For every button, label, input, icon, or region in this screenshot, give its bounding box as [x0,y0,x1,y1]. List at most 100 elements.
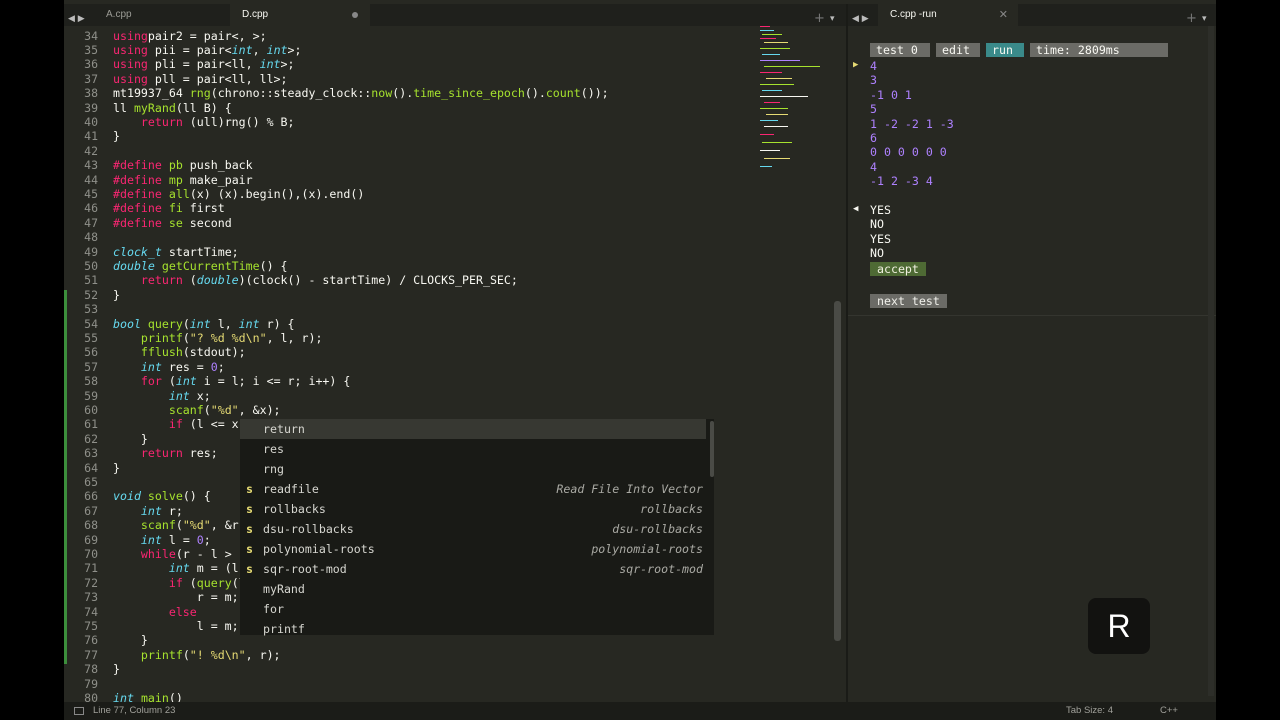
autocomplete-item[interactable]: s readfile Read File Into Vector [240,479,706,499]
line-number: 45 [84,186,98,201]
edit-button[interactable]: edit [936,43,980,57]
autocomplete-item[interactable]: s rollbacks rollbacks [240,499,706,519]
next-test-button[interactable]: next test [870,294,947,308]
cursor-position[interactable]: Line 77, Column 23 [93,702,175,720]
code-line[interactable]: using pii = pair<int, int>; [113,43,302,57]
tab-d-cpp[interactable]: D.cpp [230,4,370,26]
code-token: int [168,561,190,576]
code-line[interactable]: return (ull)rng() % B; [113,115,295,129]
line-number: 43 [84,158,98,173]
code-token: } [113,460,120,475]
code-line[interactable]: else [113,605,197,619]
code-line[interactable]: using pll = pair<ll, ll>; [113,72,288,86]
code-line[interactable]: } [113,432,148,446]
code-token: int [266,42,288,57]
autocomplete-item[interactable]: s sqr-root-mod sqr-root-mod [240,559,706,579]
code-line[interactable]: #define pb push_back [113,158,253,172]
divider-line [848,315,1216,316]
accept-badge: accept [870,262,926,276]
output-scrollbar[interactable] [1208,26,1214,696]
autocomplete-item[interactable]: printf [240,619,706,639]
autocomplete-item[interactable]: return [240,419,706,439]
code-line[interactable]: int r; [113,504,183,518]
autocomplete-label: for [263,602,284,616]
minimap[interactable] [760,26,822,186]
code-line[interactable]: void solve() { [113,489,211,503]
code-line[interactable]: #define all(x) (x).begin(),(x).end() [113,187,364,201]
code-line[interactable]: return (double)(clock() - startTime) / C… [113,273,518,287]
code-line[interactable]: using pli = pair<ll, int>; [113,57,295,71]
code-line[interactable]: int x; [113,389,211,403]
code-line[interactable]: r = m; [113,590,239,604]
code-token: pb [168,158,183,173]
code-line[interactable]: ll myRand(ll B) { [113,101,232,115]
code-line[interactable]: clock_t startTime; [113,245,239,259]
output-line: NO [870,217,884,232]
code-line[interactable]: #define fi first [113,201,225,215]
input-fold-arrow-icon[interactable]: ▶ [853,60,858,70]
output-fold-arrow-icon[interactable]: ◀ [853,204,858,214]
tab-size[interactable]: Tab Size: 4 [1066,702,1113,720]
code-line[interactable]: #define mp make_pair [113,173,253,187]
input-line: -1 2 -3 4 [870,174,933,189]
code-line[interactable]: double getCurrentTime() { [113,259,288,273]
code-line[interactable]: printf("? %d %d\n", l, r); [113,331,323,345]
autocomplete-scrollbar[interactable] [710,421,714,477]
code-line[interactable]: scanf("%d", &x); [113,403,281,417]
unsaved-dot-icon[interactable] [352,12,358,18]
autocomplete-item[interactable]: s dsu-rollbacks dsu-rollbacks [240,519,706,539]
code-token: ; [217,359,225,374]
code-line[interactable]: usingpair2 = pair<, >; [113,29,267,43]
code-token: if [168,417,183,432]
code-line[interactable]: fflush(stdout); [113,345,246,359]
code-line[interactable]: printf("! %d\n", r); [113,648,281,662]
code-line[interactable]: } [113,633,148,647]
line-number: 77 [84,647,98,662]
code-token: ( [161,374,176,389]
run-output-panel[interactable]: test 0 edit run time: 2809ms ▶ 4 3 -1 0 15… [848,26,1216,702]
code-line[interactable]: #define se second [113,216,232,230]
autocomplete-item[interactable]: res [240,439,706,459]
code-line[interactable]: } [113,662,120,676]
autocomplete-item[interactable]: s polynomial-roots polynomial-roots [240,539,706,559]
code-token: printf [140,647,183,662]
code-line[interactable]: int l = 0; [113,533,211,547]
panel-toggle-icon[interactable] [74,707,84,715]
line-number: 73 [84,590,98,605]
code-line[interactable]: bool query(int l, int r) { [113,317,295,331]
syntax-mode[interactable]: C++ [1160,702,1178,720]
code-line[interactable]: for (int i = l; i <= r; i++) { [113,374,350,388]
code-line[interactable]: mt19937_64 rng(chrono::steady_clock::now… [113,86,609,100]
line-number: 61 [84,417,98,432]
code-token: i = l; i <= r; i++) { [196,374,351,389]
editor-scrollbar[interactable] [834,301,841,641]
code-line[interactable]: int res = 0; [113,360,225,374]
code-token: mt19937_64 [113,86,190,101]
tab-c-cpp-run[interactable]: C.cpp -run ✕ [878,4,1018,26]
code-token: () { [259,258,288,273]
autocomplete-item[interactable]: myRand [240,579,706,599]
code-line[interactable]: } [113,288,120,302]
close-icon[interactable]: ✕ [999,4,1008,26]
autocomplete-item[interactable]: rng [240,459,706,479]
code-token: l = m; [113,618,239,633]
tab-label: D.cpp [242,9,269,20]
test-button[interactable]: test 0 [870,43,930,57]
input-line: 4 [870,159,877,174]
code-line[interactable]: } [113,129,120,143]
code-editor[interactable]: 34 35 36 37 38 39 40 41 42 43 44 45 46 47 48 49 50 51 52 53… [64,26,846,702]
autocomplete-popup[interactable]: return res rng s readfile Read File Into Vect… [240,419,714,636]
tab-a-cpp[interactable]: A.cpp [94,4,234,26]
code-line[interactable]: scanf("%d", &r); [113,518,253,532]
code-line[interactable]: l = m; [113,619,239,633]
code-line[interactable]: int main() [113,691,183,702]
run-button[interactable]: run [986,43,1024,57]
code-line[interactable]: return res; [113,446,218,460]
autocomplete-item[interactable]: for [240,599,706,619]
line-number: 76 [84,633,98,648]
code-line[interactable]: } [113,461,120,475]
